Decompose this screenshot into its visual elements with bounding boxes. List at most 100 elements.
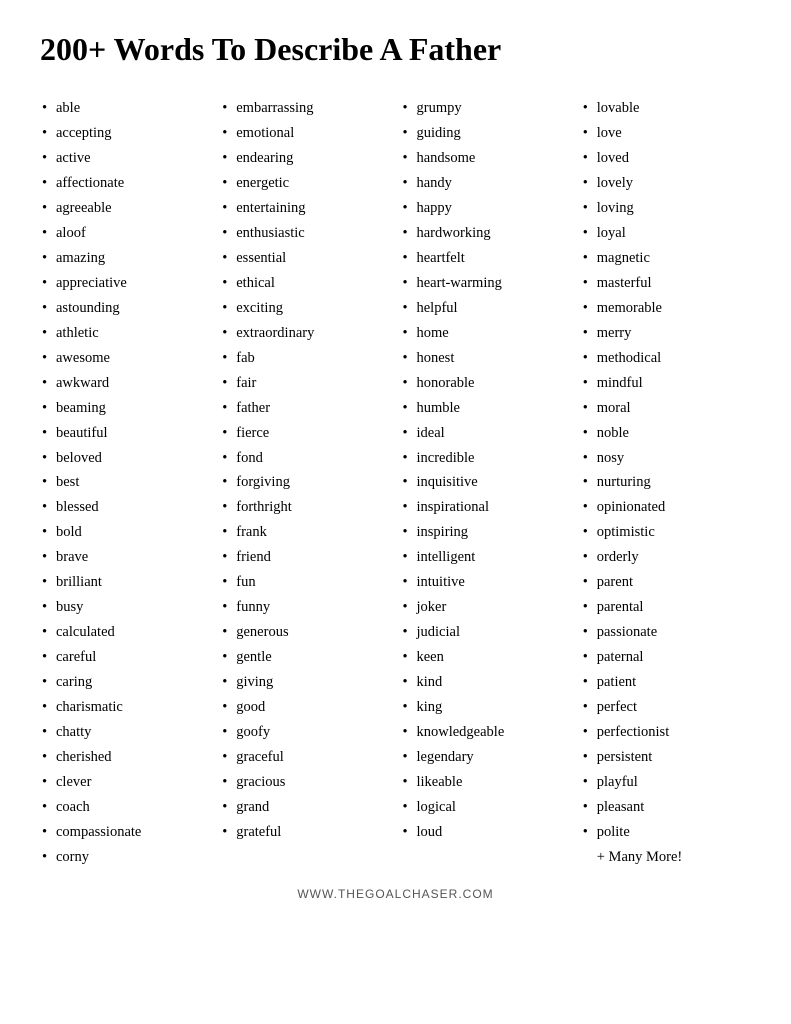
list-item: honorable <box>401 371 571 396</box>
list-item: intelligent <box>401 545 571 570</box>
list-item: hardworking <box>401 221 571 246</box>
list-item: energetic <box>220 171 390 196</box>
list-item: helpful <box>401 296 571 321</box>
list-item: knowledgeable <box>401 720 571 745</box>
list-item: active <box>40 146 210 171</box>
list-item: grateful <box>220 820 390 845</box>
list-item: handy <box>401 171 571 196</box>
list-item: ideal <box>401 421 571 446</box>
word-list-3: grumpyguidinghandsomehandyhappyhardworki… <box>401 96 571 844</box>
word-list-4: lovablelovelovedlovelylovingloyalmagneti… <box>581 96 751 844</box>
list-item: astounding <box>40 296 210 321</box>
list-item: embarrassing <box>220 96 390 121</box>
list-item: charismatic <box>40 695 210 720</box>
page-title: 200+ Words To Describe A Father <box>40 30 751 68</box>
list-item: perfectionist <box>581 720 751 745</box>
list-item: passionate <box>581 620 751 645</box>
column-2: embarrassingemotionalendearingenergetice… <box>220 96 390 869</box>
list-item: heart-warming <box>401 271 571 296</box>
list-item: entertaining <box>220 196 390 221</box>
list-item: orderly <box>581 545 751 570</box>
list-item: lovable <box>581 96 751 121</box>
list-item: funny <box>220 595 390 620</box>
list-item: fierce <box>220 421 390 446</box>
list-item: patient <box>581 670 751 695</box>
list-item: honest <box>401 346 571 371</box>
list-item: frank <box>220 520 390 545</box>
list-item: beautiful <box>40 421 210 446</box>
list-item: calculated <box>40 620 210 645</box>
list-item: pleasant <box>581 795 751 820</box>
list-item: able <box>40 96 210 121</box>
list-item: chatty <box>40 720 210 745</box>
list-item: fab <box>220 346 390 371</box>
list-item: grumpy <box>401 96 571 121</box>
list-item: giving <box>220 670 390 695</box>
list-item: king <box>401 695 571 720</box>
list-item: inspiring <box>401 520 571 545</box>
list-item: compassionate <box>40 820 210 845</box>
list-item: friend <box>220 545 390 570</box>
list-item: gracious <box>220 770 390 795</box>
list-item: exciting <box>220 296 390 321</box>
list-item: good <box>220 695 390 720</box>
list-item: inquisitive <box>401 470 571 495</box>
list-item: athletic <box>40 321 210 346</box>
list-item: goofy <box>220 720 390 745</box>
list-item: paternal <box>581 645 751 670</box>
word-list-1: ableacceptingactiveaffectionateagreeable… <box>40 96 210 869</box>
list-item: beaming <box>40 396 210 421</box>
list-item: memorable <box>581 296 751 321</box>
list-item: joker <box>401 595 571 620</box>
list-item: perfect <box>581 695 751 720</box>
list-item: masterful <box>581 271 751 296</box>
list-item: methodical <box>581 346 751 371</box>
list-item: moral <box>581 396 751 421</box>
list-item: heartfelt <box>401 246 571 271</box>
list-item: nosy <box>581 446 751 471</box>
list-item: gentle <box>220 645 390 670</box>
list-item: father <box>220 396 390 421</box>
list-item: emotional <box>220 121 390 146</box>
list-item: busy <box>40 595 210 620</box>
list-item: persistent <box>581 745 751 770</box>
list-item: appreciative <box>40 271 210 296</box>
list-item: aloof <box>40 221 210 246</box>
list-item: graceful <box>220 745 390 770</box>
list-item: handsome <box>401 146 571 171</box>
list-item: happy <box>401 196 571 221</box>
list-item: optimistic <box>581 520 751 545</box>
list-item: humble <box>401 396 571 421</box>
list-item: nurturing <box>581 470 751 495</box>
list-item: judicial <box>401 620 571 645</box>
list-item: best <box>40 470 210 495</box>
list-item: careful <box>40 645 210 670</box>
list-item: noble <box>581 421 751 446</box>
list-item: clever <box>40 770 210 795</box>
list-item: merry <box>581 321 751 346</box>
list-item: forgiving <box>220 470 390 495</box>
list-item: amazing <box>40 246 210 271</box>
list-item: forthright <box>220 495 390 520</box>
list-item: incredible <box>401 446 571 471</box>
list-item: likeable <box>401 770 571 795</box>
word-list-2: embarrassingemotionalendearingenergetice… <box>220 96 390 844</box>
list-item: loyal <box>581 221 751 246</box>
list-item: awkward <box>40 371 210 396</box>
list-item: bold <box>40 520 210 545</box>
list-item: corny <box>40 845 210 870</box>
list-item: awesome <box>40 346 210 371</box>
list-item: fond <box>220 446 390 471</box>
list-item: kind <box>401 670 571 695</box>
list-item: keen <box>401 645 571 670</box>
list-item: brilliant <box>40 570 210 595</box>
list-item: extraordinary <box>220 321 390 346</box>
list-item: cherished <box>40 745 210 770</box>
list-item: affectionate <box>40 171 210 196</box>
list-item: parent <box>581 570 751 595</box>
column-4: lovablelovelovedlovelylovingloyalmagneti… <box>581 96 751 869</box>
list-item: intuitive <box>401 570 571 595</box>
list-item: polite <box>581 820 751 845</box>
list-item: magnetic <box>581 246 751 271</box>
column-1: ableacceptingactiveaffectionateagreeable… <box>40 96 210 869</box>
